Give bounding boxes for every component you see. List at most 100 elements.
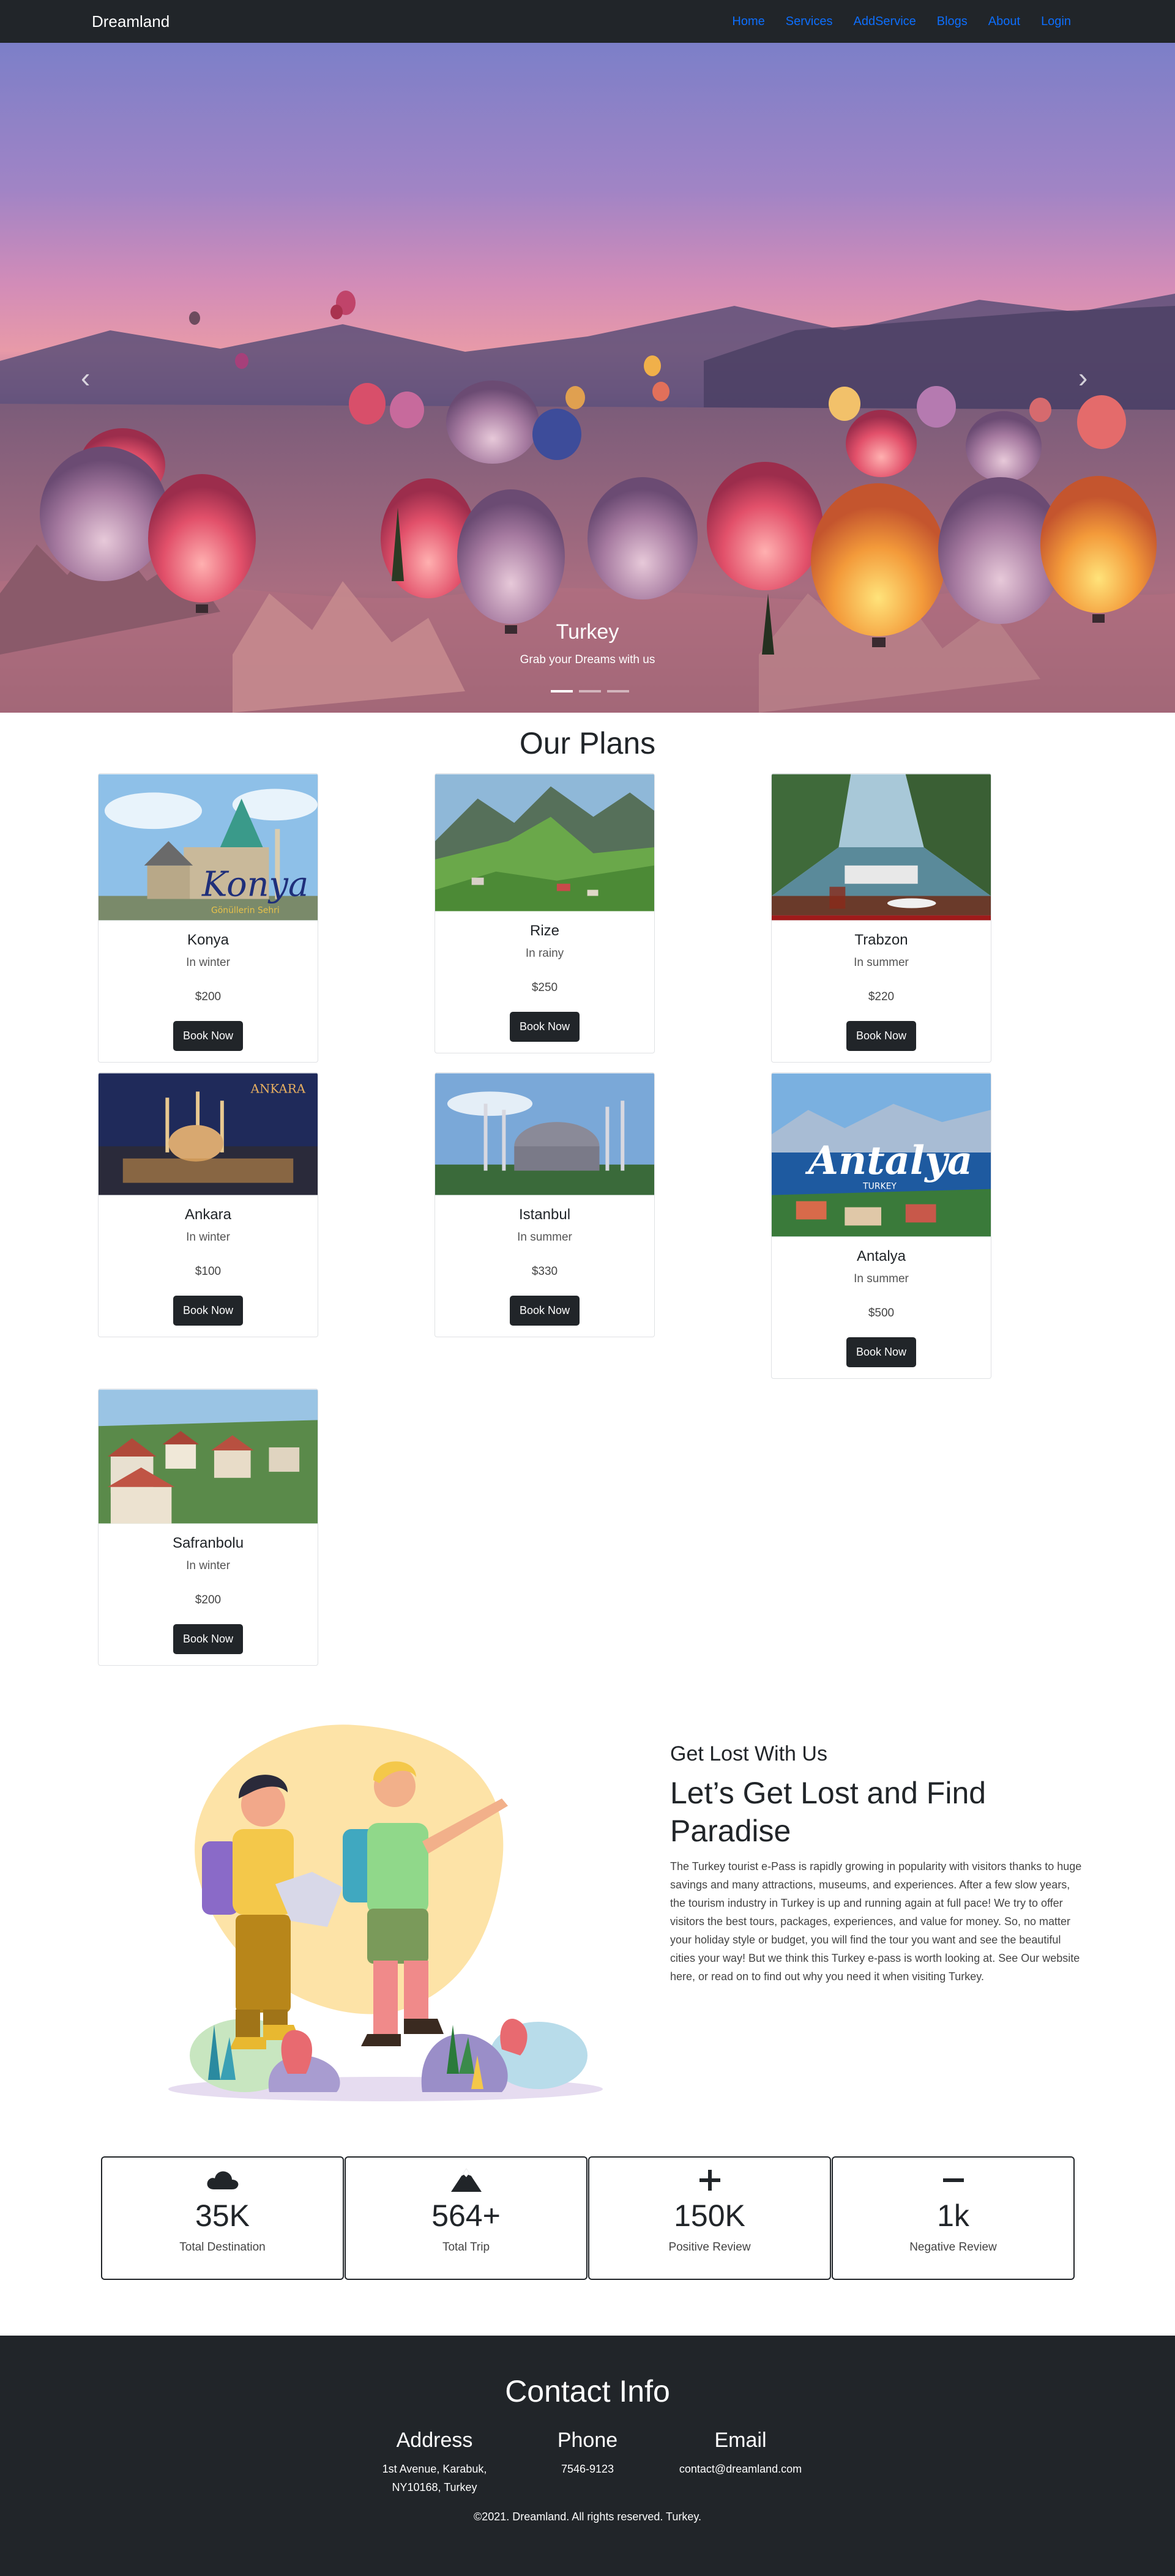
antalya-image: Antalya TURKEY [772, 1073, 991, 1237]
plan-card-konya: Konya Gönüllerin Sehri Konya In winter $… [98, 773, 318, 1063]
nav-link-login[interactable]: Login [1041, 15, 1071, 29]
stat-value: 150K [674, 2199, 745, 2233]
book-now-button-ankara[interactable]: Book Now [173, 1296, 244, 1326]
book-now-button-istanbul[interactable]: Book Now [509, 1296, 580, 1326]
konya-image: Konya Gönüllerin Sehri [99, 774, 318, 921]
travelers-illustration [168, 1724, 603, 2101]
plan-card-rize: Rize In rainy $250 Book Now [435, 773, 655, 1053]
plan-card-safranbolu: Safranbolu In winter $200 Book Now [98, 1389, 318, 1666]
antalya-image-subtext: TURKEY [862, 1182, 897, 1192]
ankara-image: ANKARA [99, 1073, 318, 1195]
footer-contact: Contact Info Address 1st Avenue, Karabuk… [0, 2336, 1175, 2576]
plan-price: $200 [195, 1594, 222, 1606]
stat-value: 564+ [431, 2199, 501, 2233]
stat-value: 1k [937, 2199, 969, 2233]
stat-label: Negative Review [909, 2241, 997, 2254]
book-now-button-antalya[interactable]: Book Now [846, 1337, 917, 1367]
plan-price: $250 [531, 981, 558, 994]
email-heading: Email [714, 2429, 767, 2452]
plan-price: $200 [195, 990, 222, 1003]
plan-season: In summer [854, 956, 909, 969]
stat-label: Total Trip [442, 2241, 490, 2254]
address-heading: Address [396, 2429, 473, 2452]
trabzon-image [772, 774, 991, 921]
plan-season: In winter [186, 1559, 230, 1572]
stat-card-positive-review: 150K Positive Review [588, 2156, 831, 2280]
navbar: Dreamland Home Services AddService Blogs… [0, 0, 1175, 43]
plan-season: In summer [517, 1231, 572, 1244]
nav-link-services[interactable]: Services [786, 15, 833, 29]
hero-subtitle: Grab your Dreams with us [520, 653, 655, 666]
plan-name: Antalya [856, 1248, 906, 1264]
plan-name: Konya [187, 932, 229, 948]
carousel-indicator-2[interactable] [579, 690, 601, 692]
stat-card-total-trip: 564+ Total Trip [345, 2156, 588, 2280]
dash-icon [833, 2167, 1073, 2193]
plan-season: In winter [186, 1231, 230, 1244]
stat-value: 35K [195, 2199, 250, 2233]
about-kicker: Get Lost With Us [670, 1742, 827, 1765]
book-now-button-safranbolu[interactable]: Book Now [173, 1624, 244, 1654]
plan-name: Ankara [184, 1206, 232, 1223]
email-column: Email contact@dreamland.com [667, 2429, 814, 2478]
address-column: Address 1st Avenue, Karabuk, NY10168, Tu… [373, 2429, 496, 2496]
about-heading: Let’s Get Lost and Find Paradise [670, 1776, 987, 1848]
plan-card-istanbul: Istanbul In summer $330 Book Now [435, 1072, 655, 1337]
phone-heading: Phone [557, 2429, 618, 2452]
stat-card-total-destination: 35K Total Destination [101, 2156, 344, 2280]
contact-title: Contact Info [505, 2374, 670, 2408]
stat-label: Positive Review [668, 2241, 751, 2254]
plan-name: Trabzon [854, 932, 908, 948]
mountain-icon [346, 2167, 586, 2193]
carousel-indicator-3[interactable] [607, 690, 629, 692]
carousel-next-icon[interactable]: › [1078, 361, 1087, 394]
plan-price: $330 [531, 1265, 558, 1278]
address-line-1: 1st Avenue, Karabuk, [382, 2463, 487, 2475]
book-now-button-trabzon[interactable]: Book Now [846, 1021, 917, 1051]
ankara-image-text: ANKARA [250, 1082, 306, 1096]
plan-season: In rainy [525, 947, 564, 960]
book-now-button-rize[interactable]: Book Now [509, 1012, 580, 1042]
carousel-prev-icon[interactable]: ‹ [81, 361, 90, 394]
plan-price: $500 [868, 1307, 895, 1320]
nav-links: Home Services AddService Blogs About Log… [711, 15, 1071, 29]
plan-season: In winter [186, 956, 230, 969]
plus-icon [589, 2167, 830, 2193]
antalya-image-text: Antalya [805, 1138, 973, 1184]
plan-price: $220 [868, 990, 895, 1003]
plans-title: Our Plans [519, 726, 656, 760]
stat-label: Total Destination [179, 2241, 266, 2254]
hero-balloon-image [0, 291, 1175, 713]
nav-link-blogs[interactable]: Blogs [937, 15, 968, 29]
plan-name: Istanbul [518, 1206, 571, 1223]
phone-column: Phone 7546-9123 [539, 2429, 636, 2478]
carousel-indicators [551, 690, 629, 692]
email-address[interactable]: contact@dreamland.com [667, 2460, 814, 2478]
safranbolu-image [99, 1389, 318, 1524]
konya-image-subtext: Gönüllerin Sehri [211, 905, 280, 915]
rize-image [435, 774, 654, 911]
hero-title: Turkey [556, 620, 619, 644]
hero-carousel: ‹ › Turkey Grab your Dreams with us [0, 43, 1175, 713]
about-paragraph: The Turkey tourist e-Pass is rapidly gro… [670, 1860, 1082, 1983]
plan-card-antalya: Antalya TURKEY Antalya In summer $500 Bo… [771, 1072, 991, 1379]
phone-number: 7546-9123 [561, 2463, 614, 2475]
plan-price: $100 [195, 1265, 222, 1278]
carousel-indicator-1[interactable] [551, 690, 573, 692]
plan-season: In summer [854, 1272, 909, 1285]
copyright: ©2021. Dreamland. All rights reserved. T… [473, 2511, 702, 2523]
nav-link-addservice[interactable]: AddService [853, 15, 916, 29]
stat-card-negative-review: 1k Negative Review [832, 2156, 1075, 2280]
plan-card-ankara: ANKARA Ankara In winter $100 Book Now [98, 1072, 318, 1337]
nav-link-about[interactable]: About [988, 15, 1020, 29]
cloud-icon [102, 2167, 343, 2193]
brand-logo[interactable]: Dreamland [92, 12, 170, 31]
konya-image-text: Konya [201, 865, 308, 905]
plan-name: Rize [529, 922, 559, 939]
address-line-2: NY10168, Turkey [392, 2481, 477, 2493]
plan-name: Safranbolu [172, 1535, 244, 1551]
plan-card-trabzon: Trabzon In summer $220 Book Now [771, 773, 991, 1063]
istanbul-image [435, 1073, 654, 1195]
nav-link-home[interactable]: Home [732, 15, 764, 29]
book-now-button-konya[interactable]: Book Now [173, 1021, 244, 1051]
